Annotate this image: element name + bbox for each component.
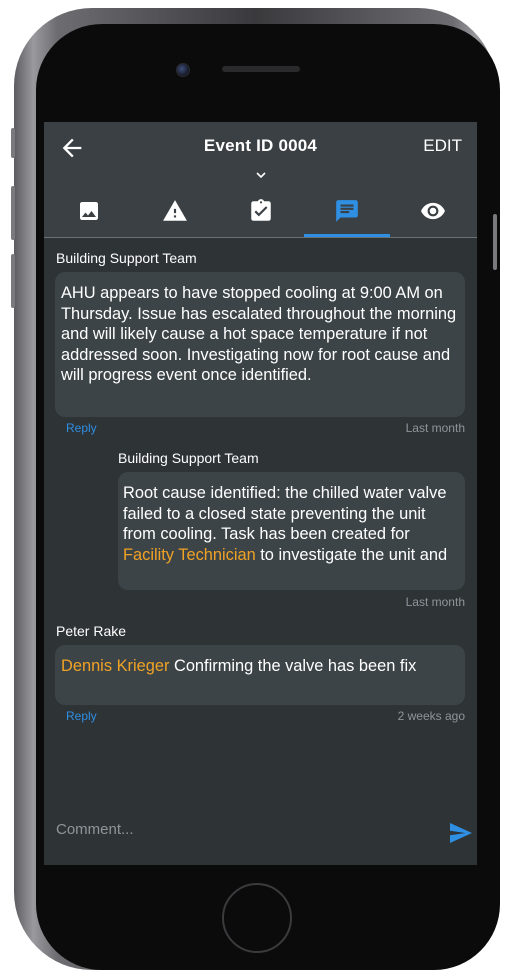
reply-text-end: to investigate the unit and xyxy=(255,545,448,564)
power-button xyxy=(493,214,497,270)
comment-author: Peter Rake xyxy=(56,623,127,639)
comment-icon xyxy=(336,199,358,222)
comment-timestamp: Last month xyxy=(405,421,465,435)
reply-text: Root cause identified: the chilled water… xyxy=(123,484,447,543)
send-icon[interactable] xyxy=(448,822,474,844)
eye-icon xyxy=(421,202,445,219)
tab-bar xyxy=(44,184,477,237)
comment-bubble: AHU appears to have stopped cooling at 9… xyxy=(55,272,465,417)
comment-bubble: Dennis Krieger Confirming the valve has … xyxy=(55,645,465,705)
volume-up-button xyxy=(11,186,15,240)
comment-input[interactable] xyxy=(54,816,438,842)
comment-text: AHU appears to have stopped cooling at 9… xyxy=(61,284,457,384)
comment-author: Building Support Team xyxy=(56,250,197,266)
divider xyxy=(44,237,477,238)
image-icon xyxy=(80,201,98,220)
reply-author: Building Support Team xyxy=(118,450,259,466)
home-button[interactable] xyxy=(222,883,292,953)
mute-switch xyxy=(11,128,15,158)
tab-watchers[interactable] xyxy=(390,184,476,237)
tab-images[interactable] xyxy=(46,184,132,237)
warning-icon xyxy=(163,199,187,221)
top-app-bar: Event ID 0004 EDIT xyxy=(44,122,477,237)
page-title: Event ID 0004 xyxy=(203,136,318,155)
front-camera xyxy=(176,63,190,77)
volume-down-button xyxy=(11,254,15,308)
comment-timestamp: 2 weeks ago xyxy=(397,709,465,723)
tab-alarms[interactable] xyxy=(132,184,218,237)
reply-bubble: Root cause identified: the chilled water… xyxy=(118,472,465,590)
reply-button[interactable]: Reply xyxy=(66,709,97,723)
chevron-down-icon[interactable] xyxy=(254,170,268,180)
tab-tasks[interactable] xyxy=(218,184,304,237)
reply-timestamp: Last month xyxy=(405,595,465,609)
comment-text: Confirming the valve has been fix xyxy=(169,657,417,675)
reply-button[interactable]: Reply xyxy=(66,421,97,435)
tab-comments[interactable] xyxy=(304,184,390,237)
clipboard-check-icon xyxy=(251,198,271,221)
mention-link[interactable]: Facility Technician xyxy=(123,546,256,564)
mention-link[interactable]: Dennis Krieger xyxy=(61,657,169,675)
earpiece-speaker xyxy=(222,66,300,72)
edit-button[interactable]: EDIT xyxy=(423,136,462,156)
app-screen: Event ID 0004 EDIT Building Support Team… xyxy=(44,122,477,865)
